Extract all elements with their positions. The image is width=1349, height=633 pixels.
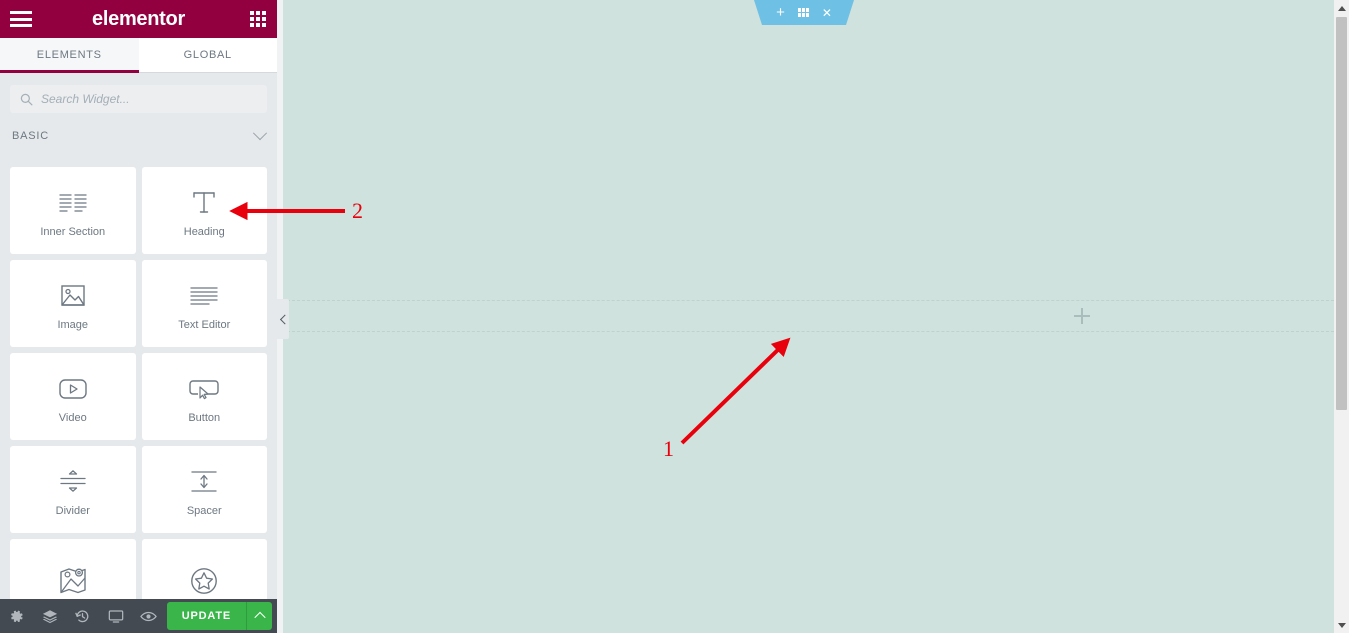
widget-label: Heading <box>183 225 225 238</box>
add-section-plus-icon[interactable]: + <box>776 5 785 20</box>
editor-canvas[interactable] <box>277 0 1349 633</box>
history-revisions-icon[interactable] <box>66 599 99 633</box>
search-widget-area <box>0 73 277 123</box>
scroll-down-arrow-icon[interactable] <box>1334 617 1349 633</box>
settings-gear-icon[interactable] <box>0 599 33 633</box>
update-options-caret-button[interactable] <box>246 602 272 630</box>
widget-button[interactable]: Button <box>141 353 267 440</box>
section-toolbar: + ✕ <box>754 0 854 25</box>
elementor-logo-text: elementor <box>92 7 185 30</box>
chevron-down-icon[interactable] <box>252 126 268 141</box>
widget-divider[interactable]: Divider <box>10 446 136 533</box>
annotation-label-2: 2 <box>352 198 363 223</box>
grid-apps-icon[interactable] <box>250 11 266 27</box>
widget-label: Image <box>57 318 89 331</box>
scroll-up-arrow-icon[interactable] <box>1334 0 1349 16</box>
heading-t-icon <box>191 184 217 222</box>
category-label: BASIC <box>12 130 50 142</box>
scrollbar-thumb[interactable] <box>1336 17 1347 410</box>
button-cursor-icon <box>189 370 219 408</box>
widget-grid: Inner Section Heading Image Text Editor … <box>0 167 277 633</box>
google-maps-icon <box>58 562 88 600</box>
widget-spacer[interactable]: Spacer <box>141 446 267 533</box>
divider-icon <box>59 463 87 501</box>
category-basic-header[interactable]: BASIC <box>0 123 277 149</box>
tab-elements[interactable]: ELEMENTS <box>0 38 139 73</box>
navigator-layers-icon[interactable] <box>33 599 66 633</box>
chevron-left-icon <box>279 314 290 324</box>
star-rating-icon <box>190 562 218 600</box>
video-play-icon <box>58 370 88 408</box>
widget-inner-section[interactable]: Inner Section <box>10 167 136 254</box>
preview-eye-icon[interactable] <box>132 599 165 633</box>
widget-label: Text Editor <box>178 318 231 331</box>
inner-section-icon <box>59 184 87 222</box>
search-box[interactable] <box>10 85 267 113</box>
panel-header: elementor <box>0 0 277 38</box>
browser-scrollbar[interactable] <box>1334 0 1349 633</box>
responsive-mode-icon[interactable] <box>99 599 132 633</box>
widget-label: Inner Section <box>40 225 106 238</box>
caret-up-icon <box>253 611 266 624</box>
update-button-group: UPDATE <box>166 602 272 630</box>
drag-handle-grid-icon[interactable] <box>797 8 809 17</box>
spacer-icon <box>190 463 218 501</box>
section-guide-line-top <box>277 300 1349 301</box>
widget-label: Button <box>188 411 221 424</box>
search-icon <box>20 93 33 105</box>
widget-label: Video <box>58 411 87 424</box>
image-icon <box>60 277 86 315</box>
widget-text-editor[interactable]: Text Editor <box>141 260 267 347</box>
section-guide-line-bottom <box>277 331 1349 332</box>
panel-tabs: ELEMENTS GLOBAL <box>0 38 277 73</box>
widget-heading[interactable]: Heading <box>141 167 267 254</box>
add-element-plus-button[interactable] <box>1074 308 1090 324</box>
widget-label: Divider <box>55 504 90 517</box>
widget-label: Spacer <box>186 504 222 517</box>
widget-video[interactable]: Video <box>10 353 136 440</box>
elementor-side-panel: elementor ELEMENTS GLOBAL BASIC <box>0 0 277 633</box>
panel-footer-toolbar: UPDATE <box>0 599 277 633</box>
annotation-label-1: 1 <box>663 436 674 461</box>
update-button[interactable]: UPDATE <box>166 602 246 630</box>
panel-collapse-handle[interactable] <box>277 299 290 339</box>
text-editor-icon <box>190 277 218 315</box>
hamburger-menu-icon[interactable] <box>10 11 32 27</box>
tab-global[interactable]: GLOBAL <box>138 38 277 72</box>
search-input[interactable] <box>41 92 257 106</box>
close-x-icon[interactable]: ✕ <box>822 7 832 19</box>
widget-image[interactable]: Image <box>10 260 136 347</box>
